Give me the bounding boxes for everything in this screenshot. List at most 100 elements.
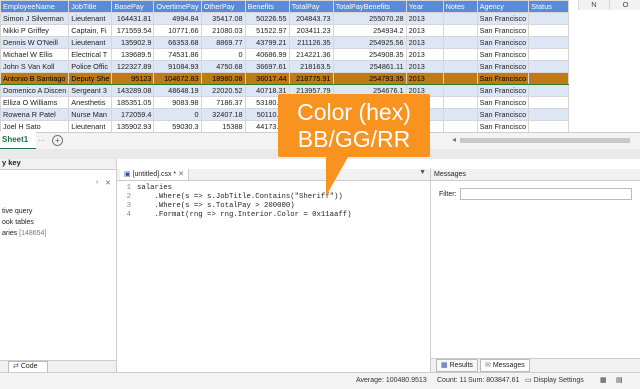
table-cell[interactable]: 18980.08: [200, 72, 246, 85]
table-cell[interactable]: Michael W Ellis: [0, 48, 70, 61]
table-cell[interactable]: 254908.35: [332, 48, 407, 61]
tree-item-book-tables[interactable]: ook tables: [2, 219, 34, 226]
code-line[interactable]: 2 .Where(s => s.JobTitle.Contains("Sheri…: [123, 193, 423, 202]
table-cell[interactable]: [528, 24, 570, 37]
table-cell[interactable]: [442, 72, 478, 85]
table-cell[interactable]: San Francisco: [476, 36, 530, 49]
table-cell[interactable]: [442, 108, 478, 121]
table-cell[interactable]: Antonio B Santiago: [0, 72, 70, 85]
column-header[interactable]: Notes: [442, 0, 478, 13]
table-row[interactable]: Dennis W O'Neill Lieutenant 135902.9 66353.…: [0, 36, 570, 49]
table-cell[interactable]: 2013: [405, 12, 444, 25]
table-cell[interactable]: San Francisco: [476, 48, 530, 61]
table-cell[interactable]: 43799.21: [244, 36, 290, 49]
table-cell[interactable]: San Francisco: [476, 12, 530, 25]
table-cell[interactable]: 0: [153, 108, 202, 121]
table-cell[interactable]: 255070.28: [332, 12, 407, 25]
code-text[interactable]: salaries: [137, 184, 172, 192]
tab-results[interactable]: ▦ Results: [436, 359, 478, 372]
column-header[interactable]: BasePay: [111, 0, 155, 13]
column-header[interactable]: Year: [405, 0, 444, 13]
table-cell[interactable]: 66353.68: [153, 36, 202, 49]
tree-item-active-query[interactable]: tive query: [2, 208, 32, 215]
table-cell[interactable]: 35417.08: [200, 12, 246, 25]
table-cell[interactable]: 172059.4: [111, 108, 155, 121]
table-cell[interactable]: San Francisco: [476, 84, 530, 97]
table-cell[interactable]: [442, 60, 478, 73]
table-cell[interactable]: [442, 12, 478, 25]
table-cell[interactable]: 50226.55: [244, 12, 290, 25]
table-cell[interactable]: Elliza O Williams: [0, 96, 70, 109]
table-cell[interactable]: Nikki P Griffey: [0, 24, 70, 37]
column-header[interactable]: EmployeeName: [0, 0, 70, 13]
table-cell[interactable]: 203411.23: [288, 24, 334, 37]
tab-scroll-icon[interactable]: …: [38, 136, 45, 143]
table-cell[interactable]: 10771.66: [153, 24, 202, 37]
table-cell[interactable]: 104672.83: [153, 72, 202, 85]
tab-menu-icon[interactable]: ▼: [419, 169, 426, 176]
table-cell[interactable]: Lieutenant: [68, 36, 113, 49]
table-cell[interactable]: [528, 36, 570, 49]
code-text[interactable]: .Format(rng => rng.Interior.Color = 0x11…: [137, 211, 352, 219]
column-header[interactable]: Agency: [476, 0, 530, 13]
table-cell[interactable]: [442, 84, 478, 97]
table-cell[interactable]: [528, 108, 570, 121]
column-header[interactable]: TotalPayBenefits: [332, 0, 407, 13]
table-cell[interactable]: San Francisco: [476, 24, 530, 37]
table-cell[interactable]: [442, 96, 478, 109]
table-cell[interactable]: 15388: [200, 120, 246, 133]
table-cell[interactable]: 2013: [405, 48, 444, 61]
tree-item-salaries[interactable]: aries [148654]: [2, 230, 46, 237]
code-line[interactable]: 1 salaries: [123, 184, 423, 193]
normal-view-icon[interactable]: ▦: [600, 373, 607, 389]
table-cell[interactable]: [442, 24, 478, 37]
table-cell[interactable]: [528, 60, 570, 73]
filter-input[interactable]: [460, 188, 632, 200]
table-cell[interactable]: 2013: [405, 72, 444, 85]
table-cell[interactable]: 59030.3: [153, 120, 202, 133]
table-cell[interactable]: 51522.97: [244, 24, 290, 37]
table-cell[interactable]: 36697.61: [244, 60, 290, 73]
close-icon[interactable]: ✕: [105, 179, 111, 187]
table-cell[interactable]: Anesthetis: [68, 96, 113, 109]
table-cell[interactable]: 22020.52: [200, 84, 246, 97]
table-cell[interactable]: [528, 96, 570, 109]
table-cell[interactable]: San Francisco: [476, 60, 530, 73]
table-cell[interactable]: 218775.91: [288, 72, 334, 85]
table-cell[interactable]: Police Offic: [68, 60, 113, 73]
table-cell[interactable]: Sergeant 3: [68, 84, 113, 97]
table-cell[interactable]: 8869.77: [200, 36, 246, 49]
table-cell[interactable]: 48648.19: [153, 84, 202, 97]
table-cell[interactable]: 135902.93: [111, 120, 155, 133]
table-cell[interactable]: 143289.08: [111, 84, 155, 97]
table-cell[interactable]: 218163.5: [288, 60, 334, 73]
table-cell[interactable]: 21080.03: [200, 24, 246, 37]
table-cell[interactable]: Domenico A Discen: [0, 84, 70, 97]
table-cell[interactable]: Lieutenant: [68, 12, 113, 25]
column-header[interactable]: JobTitle: [68, 0, 113, 13]
table-cell[interactable]: 91084.93: [153, 60, 202, 73]
code-lines[interactable]: 1 salaries 2 .Where(s => s.JobTitle.Contai…: [123, 184, 423, 220]
horizontal-scrollbar[interactable]: [460, 138, 630, 143]
table-cell[interactable]: [442, 36, 478, 49]
table-cell[interactable]: 4994.84: [153, 12, 202, 25]
table-cell[interactable]: 254934.2: [332, 24, 407, 37]
code-line[interactable]: 3 .Where(s => s.TotalPay > 200000): [123, 202, 423, 211]
table-cell[interactable]: 7186.37: [200, 96, 246, 109]
table-cell[interactable]: Joel H Sato: [0, 120, 70, 133]
column-header[interactable]: OtherPay: [200, 0, 246, 13]
table-cell[interactable]: 135902.9: [111, 36, 155, 49]
table-cell[interactable]: 254793.35: [332, 72, 407, 85]
add-sheet-icon[interactable]: +: [52, 135, 63, 146]
table-row[interactable]: Nikki P Griffey Captain, Fi 171559.54 10771…: [0, 24, 570, 37]
table-cell[interactable]: Nurse Man: [68, 108, 113, 121]
table-cell[interactable]: [528, 72, 570, 85]
table-cell[interactable]: San Francisco: [476, 72, 530, 85]
code-text[interactable]: .Where(s => s.TotalPay > 200000): [137, 202, 295, 210]
table-cell[interactable]: [528, 84, 570, 97]
table-cell[interactable]: San Francisco: [476, 108, 530, 121]
table-cell[interactable]: Rowena R Patel: [0, 108, 70, 121]
table-cell[interactable]: 95123: [111, 72, 155, 85]
table-cell[interactable]: 211126.35: [288, 36, 334, 49]
table-row[interactable]: Simon J Silverman Lieutenant 164431.81 4994…: [0, 12, 570, 25]
